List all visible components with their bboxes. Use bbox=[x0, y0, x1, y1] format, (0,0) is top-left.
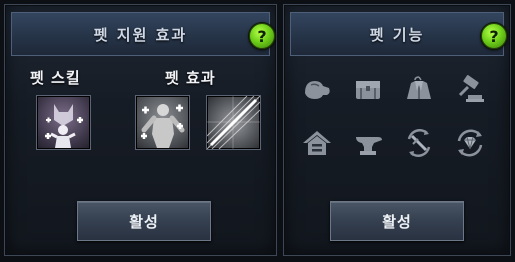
light-burst-icon bbox=[207, 96, 260, 149]
sword-cycle-icon[interactable] bbox=[401, 125, 437, 161]
help-button[interactable]: ? bbox=[481, 23, 507, 49]
gavel-icon[interactable] bbox=[452, 71, 488, 107]
pet-effect-slot-1[interactable] bbox=[135, 95, 190, 150]
panel-title: 펫 기능 bbox=[369, 25, 425, 44]
panel-header: 펫 지원 효과 bbox=[11, 12, 270, 56]
gem-cycle-icon[interactable] bbox=[452, 125, 488, 161]
pet-skill-slot[interactable] bbox=[36, 95, 91, 150]
activate-button[interactable]: 활성 bbox=[330, 201, 464, 241]
panel-header: 펫 기능 bbox=[290, 12, 504, 56]
pet-skill-label: 펫 스킬 bbox=[30, 69, 81, 87]
chest-icon[interactable] bbox=[350, 71, 386, 107]
panel-title: 펫 지원 효과 bbox=[93, 25, 188, 44]
hat-icon[interactable] bbox=[299, 71, 335, 107]
help-button[interactable]: ? bbox=[249, 23, 275, 49]
pet-support-effect-panel: 펫 지원 효과 ? 펫 스킬 펫 효과 활성 bbox=[4, 4, 277, 256]
pet-function-panel: 펫 기능 ? 활성 bbox=[283, 4, 511, 256]
anvil-icon[interactable] bbox=[350, 125, 386, 161]
armor-icon[interactable] bbox=[401, 71, 437, 107]
muscle-man-icon bbox=[141, 104, 185, 148]
pet-skill-icon bbox=[45, 104, 83, 148]
pet-effect-label: 펫 효과 bbox=[165, 69, 216, 87]
activate-button[interactable]: 활성 bbox=[77, 201, 211, 241]
home-icon[interactable] bbox=[299, 125, 335, 161]
pet-effect-slot-2[interactable] bbox=[206, 95, 261, 150]
